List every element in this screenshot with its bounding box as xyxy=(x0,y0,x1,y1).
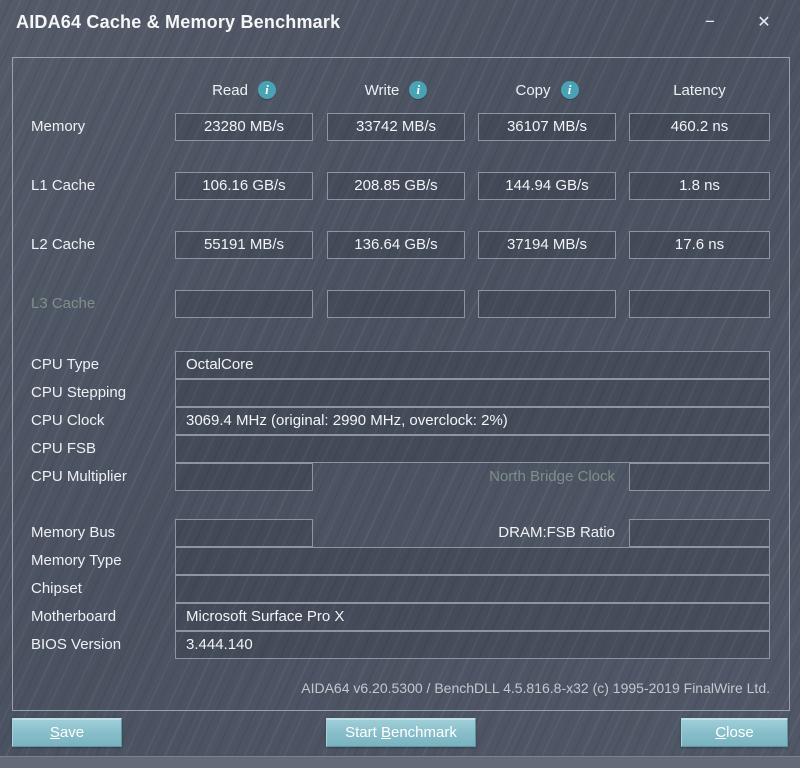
read-info-icon[interactable]: i xyxy=(258,81,276,99)
latency-header-label: Latency xyxy=(673,82,726,99)
l1-latency-value: 1.8 ns xyxy=(629,172,770,200)
write-header-label: Write xyxy=(365,82,400,99)
l1-read-value: 106.16 GB/s xyxy=(175,172,313,200)
memory-read-value: 23280 MB/s xyxy=(175,113,313,141)
row-label-cpu-fsb: CPU FSB xyxy=(31,435,96,463)
cpu-multiplier-value xyxy=(175,463,313,491)
bottom-edge-strip xyxy=(0,756,800,768)
l2-read-value: 55191 MB/s xyxy=(175,231,313,259)
version-footer-text: AIDA64 v6.20.5300 / BenchDLL 4.5.816.8-x… xyxy=(301,680,770,696)
l3-read-value xyxy=(175,290,313,318)
north-bridge-clock-value xyxy=(629,463,770,491)
row-label-memory: Memory xyxy=(31,113,85,141)
cpu-clock-value: 3069.4 MHz (original: 2990 MHz, overcloc… xyxy=(175,407,770,435)
l3-write-value xyxy=(327,290,465,318)
close-button-accesskey: C xyxy=(715,724,726,741)
memory-type-value xyxy=(175,547,770,575)
l2-write-value: 136.64 GB/s xyxy=(327,231,465,259)
chipset-value xyxy=(175,575,770,603)
row-label-l2-cache: L2 Cache xyxy=(31,231,95,259)
motherboard-value: Microsoft Surface Pro X xyxy=(175,603,770,631)
minimize-button[interactable]: − xyxy=(696,8,724,36)
main-panel: Read i Write i Copy i Latency Memory 232… xyxy=(12,57,790,711)
row-label-l3-cache: L3 Cache xyxy=(31,290,95,318)
start-benchmark-label: enchmark xyxy=(391,724,457,741)
cpu-fsb-value xyxy=(175,435,770,463)
row-label-cpu-clock: CPU Clock xyxy=(31,407,104,435)
memory-write-value: 33742 MB/s xyxy=(327,113,465,141)
save-button[interactable]: Save xyxy=(12,718,122,747)
write-info-icon[interactable]: i xyxy=(409,81,427,99)
read-header-label: Read xyxy=(212,82,248,99)
row-label-motherboard: Motherboard xyxy=(31,603,116,631)
copy-header-label: Copy xyxy=(515,82,550,99)
cpu-stepping-value xyxy=(175,379,770,407)
copy-info-icon[interactable]: i xyxy=(561,81,579,99)
start-benchmark-button[interactable]: Start Benchmark xyxy=(326,718,476,747)
dram-fsb-ratio-label: DRAM:FSB Ratio xyxy=(498,519,615,547)
l1-write-value: 208.85 GB/s xyxy=(327,172,465,200)
bios-version-value: 3.444.140 xyxy=(175,631,770,659)
row-label-bios-version: BIOS Version xyxy=(31,631,121,659)
north-bridge-clock-label: North Bridge Clock xyxy=(489,463,615,491)
memory-bus-value xyxy=(175,519,313,547)
l2-copy-value: 37194 MB/s xyxy=(478,231,616,259)
window-title: AIDA64 Cache & Memory Benchmark xyxy=(16,12,340,33)
l3-latency-value xyxy=(629,290,770,318)
row-label-l1-cache: L1 Cache xyxy=(31,172,95,200)
aida64-benchmark-window: AIDA64 Cache & Memory Benchmark − ✕ Read… xyxy=(0,0,800,768)
row-label-cpu-stepping: CPU Stepping xyxy=(31,379,126,407)
start-benchmark-prefix: Start xyxy=(345,724,381,741)
column-header-read: Read i xyxy=(175,79,313,101)
column-header-copy: Copy i xyxy=(478,79,616,101)
column-header-write: Write i xyxy=(327,79,465,101)
row-label-memory-type: Memory Type xyxy=(31,547,122,575)
close-dialog-button[interactable]: Close xyxy=(681,718,788,747)
column-header-latency: Latency xyxy=(629,79,770,101)
title-bar: AIDA64 Cache & Memory Benchmark − ✕ xyxy=(0,0,800,48)
save-button-accesskey: S xyxy=(50,724,60,741)
minimize-icon: − xyxy=(705,12,715,32)
l3-copy-value xyxy=(478,290,616,318)
save-button-label: ave xyxy=(60,724,84,741)
close-button[interactable]: ✕ xyxy=(750,8,778,36)
l1-copy-value: 144.94 GB/s xyxy=(478,172,616,200)
memory-latency-value: 460.2 ns xyxy=(629,113,770,141)
row-label-chipset: Chipset xyxy=(31,575,82,603)
row-label-cpu-multiplier: CPU Multiplier xyxy=(31,463,127,491)
row-label-memory-bus: Memory Bus xyxy=(31,519,115,547)
l2-latency-value: 17.6 ns xyxy=(629,231,770,259)
row-label-cpu-type: CPU Type xyxy=(31,351,99,379)
cpu-type-value: OctalCore xyxy=(175,351,770,379)
memory-copy-value: 36107 MB/s xyxy=(478,113,616,141)
start-benchmark-accesskey: B xyxy=(381,724,391,741)
dram-fsb-ratio-value xyxy=(629,519,770,547)
close-icon: ✕ xyxy=(757,12,770,32)
close-button-label: lose xyxy=(726,724,754,741)
